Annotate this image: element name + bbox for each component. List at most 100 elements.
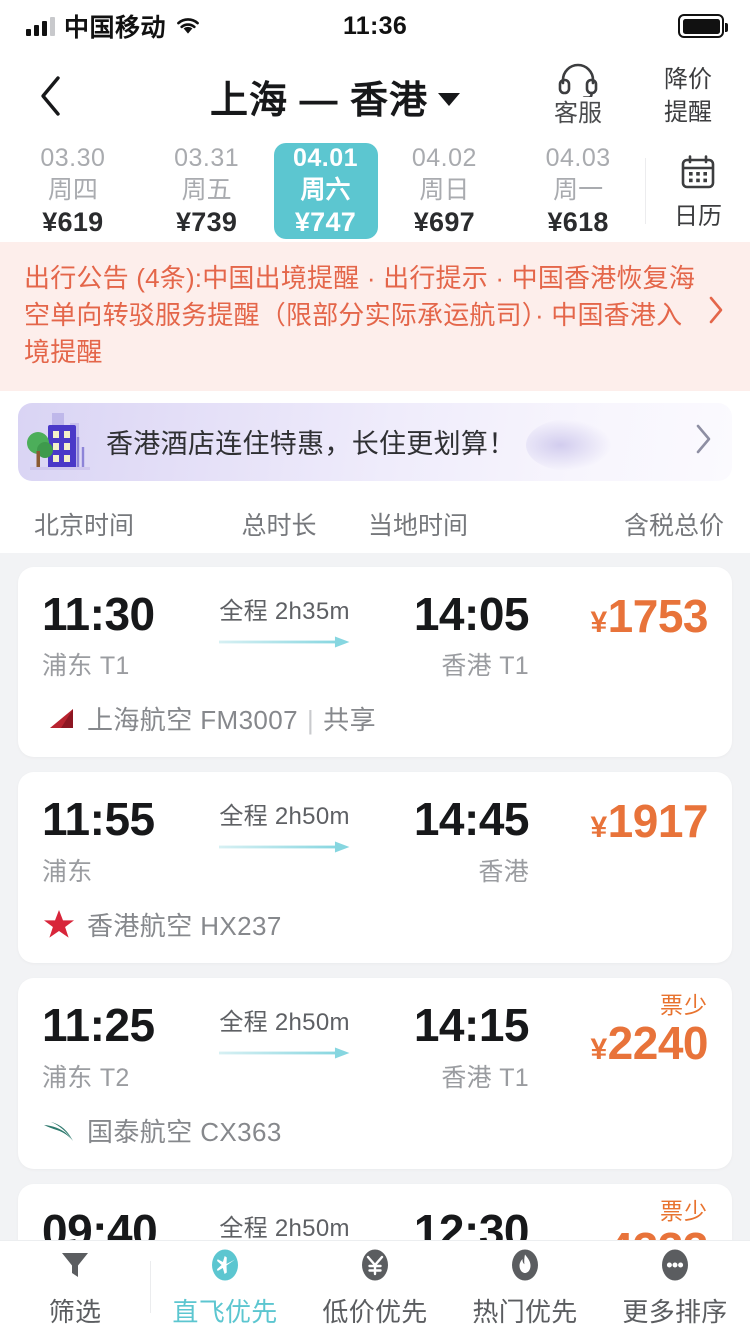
column-header-departure: 北京时间 — [34, 511, 135, 540]
tab-label: 热门优先 — [472, 1297, 578, 1327]
tab-flame[interactable]: 热门优先 — [450, 1241, 600, 1333]
airline-row: 国泰航空 CX363 — [42, 1112, 708, 1149]
route-arrow-icon — [219, 840, 350, 854]
departure-airport: 浦东 T1 — [42, 652, 130, 681]
scarce-tickets-badge: 票少 — [660, 1197, 708, 1224]
ellipsis-icon — [656, 1245, 694, 1285]
flight-number: FM3007 — [200, 705, 299, 736]
date-price-label: ¥747 — [294, 207, 357, 238]
hotel-promo-banner[interactable]: 香港酒店连住特惠，长住更划算！ — [18, 402, 732, 481]
date-price-label: ¥739 — [175, 207, 238, 238]
price-amount: 2240 — [607, 1016, 709, 1069]
tab-filter-funnel[interactable]: 筛选 — [0, 1241, 150, 1333]
currency-symbol: ¥ — [590, 605, 607, 639]
airline-info: 香港航空 HX237 — [87, 906, 282, 943]
yen-circle-icon — [356, 1245, 394, 1285]
departure-time: 11:30 — [42, 587, 155, 640]
airline-row: 上海航空 FM3007 | 共享 — [42, 700, 708, 737]
airline-name: 国泰航空 — [87, 1116, 193, 1147]
tab-yen-circle[interactable]: 低价优先 — [300, 1241, 450, 1333]
flight-price: ¥4333 — [529, 1223, 708, 1241]
flight-card-body: 11:25 浦东 T2 全程 2h50m 14:15 香港 T1 票少 ¥2240 — [42, 992, 709, 1094]
calendar-button[interactable]: 日历 — [646, 140, 750, 242]
sort-filter-tabbar: 筛选 直飞优先 低价优先 热门优先 更多排序 — [0, 1240, 750, 1333]
weekday-label: 周五 — [181, 175, 232, 204]
travel-notice-banner[interactable]: 出行公告 (4条):中国出境提醒 · 出行提示 · 中国香港恢复海空单向转驳服务… — [0, 242, 750, 391]
scarce-tickets-badge: 票少 — [660, 991, 708, 1018]
shanghai-airlines-logo — [42, 704, 76, 734]
tab-airplane[interactable]: 直飞优先 — [150, 1241, 300, 1333]
price-amount: 1753 — [607, 589, 709, 642]
cathay-pacific-logo — [42, 1115, 76, 1145]
flight-card[interactable]: 11:25 浦东 T2 全程 2h50m 14:15 香港 T1 票少 ¥2240 国泰航空 … — [18, 977, 732, 1169]
flight-card[interactable]: 09:40浦东 2全程 2h50m12:30香港 1票少¥4333国泰航空 CX… — [18, 1183, 732, 1241]
airline-info: 上海航空 FM3007 | 共享 — [87, 700, 376, 737]
battery-icon — [678, 14, 728, 38]
filter-funnel-icon — [57, 1245, 93, 1285]
app-screen: 中国移动 11:36 上海 — 香港 客服 降价 提醒 03.30 周四 ¥61… — [0, 0, 750, 1333]
flight-duration: 全程 2h50m — [219, 803, 350, 831]
date-cell-03-31[interactable]: 03.31 周五 ¥739 — [140, 143, 274, 239]
date-list: 03.30 周四 ¥619 03.31 周五 ¥739 04.01 周六 ¥747 04.02 周日… — [6, 140, 645, 242]
arrival-block: 14:45 香港 — [356, 793, 530, 888]
hongkong-airlines-logo — [42, 909, 76, 939]
currency-symbol: ¥ — [590, 1032, 607, 1066]
duration-block: 全程 2h50m — [213, 796, 355, 854]
flight-price: ¥1753 — [529, 589, 709, 642]
back-button[interactable] — [22, 68, 78, 124]
date-label: 04.02 — [411, 144, 477, 173]
chevron-right-icon — [692, 421, 714, 462]
date-label: 03.31 — [174, 144, 240, 173]
flight-price: ¥2240 — [529, 1018, 708, 1069]
flame-icon — [506, 1245, 544, 1285]
currency-symbol: ¥ — [590, 1239, 607, 1241]
weekday-label: 周六 — [300, 175, 351, 204]
chevron-right-icon — [706, 260, 734, 331]
tab-ellipsis[interactable]: 更多排序 — [600, 1241, 750, 1333]
route-arrow-icon — [219, 635, 350, 649]
divider — [150, 1261, 151, 1313]
customer-service-button[interactable]: 客服 — [538, 63, 618, 128]
date-cell-03-30[interactable]: 03.30 周四 ¥619 — [6, 143, 140, 239]
airline-info: 国泰航空 CX363 — [87, 1112, 282, 1149]
flight-number: CX363 — [200, 1116, 282, 1147]
arrival-time: 14:05 — [413, 587, 530, 640]
arrival-time: 14:15 — [413, 998, 530, 1051]
arrival-block: 14:15 香港 T1 — [356, 998, 530, 1094]
nav-bar: 上海 — 香港 客服 降价 提醒 — [0, 52, 750, 140]
date-cell-04-02[interactable]: 04.02 周日 ¥697 — [378, 143, 512, 239]
departure-time: 09:40 — [42, 1204, 158, 1240]
price-block: ¥1753 — [529, 589, 708, 642]
flight-results-list[interactable]: 11:30 浦东 T1 全程 2h35m 14:05 香港 T1 ¥1753 上海航空 FM… — [0, 552, 750, 1241]
date-label: 04.03 — [545, 144, 611, 173]
flight-card[interactable]: 11:55 浦东 全程 2h50m 14:45 香港 ¥1917 香港航空 HX237 — [18, 772, 732, 963]
date-price-label: ¥618 — [547, 207, 609, 238]
date-strip: 03.30 周四 ¥619 03.31 周五 ¥739 04.01 周六 ¥747 04.02 周日… — [0, 140, 750, 242]
flight-duration: 全程 2h50m — [219, 1214, 350, 1241]
tab-label: 低价优先 — [322, 1297, 428, 1327]
tab-label: 筛选 — [48, 1297, 102, 1327]
date-cell-04-03[interactable]: 04.03 周一 ¥618 — [511, 143, 645, 239]
currency-symbol: ¥ — [590, 811, 607, 845]
arrival-time: 14:45 — [413, 793, 530, 846]
flight-card[interactable]: 11:30 浦东 T1 全程 2h35m 14:05 香港 T1 ¥1753 上海航空 FM… — [18, 566, 732, 758]
calendar-icon — [681, 154, 715, 188]
column-headers: 北京时间 总时长 当地时间 含税总价 — [0, 494, 750, 553]
status-bar-clock: 11:36 — [342, 11, 408, 40]
price-block: 票少¥4333 — [529, 1198, 708, 1241]
flight-card-body: 11:55 浦东 全程 2h50m 14:45 香港 ¥1917 — [42, 793, 709, 888]
route-title-button[interactable]: 上海 — 香港 — [150, 52, 520, 140]
departure-block: 11:55 浦东 — [42, 794, 213, 888]
column-header-arrival: 当地时间 — [368, 511, 469, 540]
price-alert-button[interactable]: 降价 提醒 — [648, 65, 728, 128]
departure-time: 11:55 — [42, 793, 155, 846]
departure-airport: 浦东 T2 — [42, 1063, 130, 1092]
price-amount: 1917 — [607, 795, 709, 848]
departure-airport: 浦东 — [42, 857, 93, 886]
airline-name: 香港航空 — [87, 910, 193, 941]
price-alert-label-line1: 降价 — [664, 65, 712, 93]
weekday-label: 周四 — [47, 175, 98, 204]
weekday-label: 周一 — [553, 175, 604, 204]
date-cell-04-01[interactable]: 04.01 周六 ¥747 — [273, 143, 378, 239]
duration-block: 全程 2h50m — [213, 1208, 355, 1241]
